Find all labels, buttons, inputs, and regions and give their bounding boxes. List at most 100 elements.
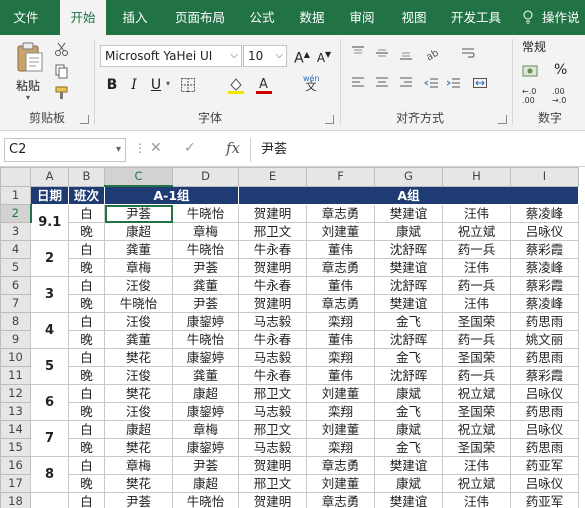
name-cell[interactable]: 章梅 [172,420,239,439]
name-cell[interactable]: 金飞 [374,402,443,421]
name-cell[interactable]: 栾翔 [306,402,375,421]
header-group-a1[interactable]: A-1组 [104,185,239,205]
name-cell[interactable]: 马志毅 [238,402,307,421]
name-cell[interactable]: 吕咏仪 [510,420,579,439]
paste-icon[interactable] [12,41,46,75]
name-cell[interactable]: 牛永春 [238,366,307,385]
selected-cell[interactable]: 尹荟 [104,204,173,223]
name-cell[interactable]: 祝立斌 [442,222,511,241]
name-cell[interactable]: 章梅 [104,456,173,475]
name-cell[interactable]: 康斌 [374,384,443,403]
name-cell[interactable]: 刘建董 [306,420,375,439]
name-cell[interactable]: 沈舒晖 [374,240,443,259]
align-bottom-icon[interactable] [398,45,414,61]
shift-cell[interactable]: 晚 [68,330,105,349]
date-cell[interactable]: 9.1 [30,204,69,241]
formula-input[interactable]: 尹荟 [250,138,585,162]
name-cell[interactable]: 药一兵 [442,330,511,349]
row-header-16[interactable]: 16 [0,456,31,475]
name-cell[interactable]: 尹荟 [104,492,173,508]
date-cell[interactable]: 8 [30,456,69,493]
column-header-i[interactable]: I [510,167,579,187]
name-cell[interactable]: 金飞 [374,312,443,331]
shift-cell[interactable]: 晚 [68,438,105,457]
name-cell[interactable]: 樊建谊 [374,294,443,313]
name-cell[interactable]: 马志毅 [238,348,307,367]
name-box[interactable]: C2 ▾ [4,138,126,162]
name-cell[interactable]: 药思雨 [510,402,579,421]
row-header-17[interactable]: 17 [0,474,31,493]
row-header-14[interactable]: 14 [0,420,31,439]
row-header-2[interactable]: 2 [0,204,32,223]
italic-button[interactable]: I [124,75,144,95]
name-cell[interactable]: 蔡彩霞 [510,276,579,295]
insert-function-button[interactable]: fx [226,139,240,157]
column-header-h[interactable]: H [442,167,511,187]
name-cell[interactable]: 邢卫文 [238,474,307,493]
name-cell[interactable]: 金飞 [374,438,443,457]
date-cell[interactable] [30,492,69,508]
shift-cell[interactable]: 白 [68,456,105,475]
header-date[interactable]: 日期 [30,185,69,205]
name-cell[interactable]: 牛晓怡 [172,240,239,259]
tab-1[interactable]: 开始 [60,0,106,35]
increase-decimal-button[interactable]: ←.0.00 [522,87,536,105]
name-cell[interactable]: 祝立斌 [442,420,511,439]
name-cell[interactable]: 康超 [104,420,173,439]
name-cell[interactable]: 牛永春 [238,240,307,259]
name-cell[interactable]: 康斌 [374,222,443,241]
column-header-f[interactable]: F [306,167,375,187]
number-format-select[interactable]: 常规 [518,37,585,59]
name-cell[interactable]: 牛永春 [238,276,307,295]
name-cell[interactable]: 吕咏仪 [510,222,579,241]
name-cell[interactable]: 章志勇 [306,294,375,313]
tab-5[interactable]: 数据 [290,0,334,35]
shift-cell[interactable]: 白 [68,420,105,439]
merge-center-icon[interactable] [472,75,488,91]
underline-button[interactable]: U [146,75,166,95]
shift-cell[interactable]: 白 [68,492,105,508]
name-cell[interactable]: 吕咏仪 [510,474,579,493]
name-cell[interactable]: 圣国荣 [442,402,511,421]
date-cell[interactable]: 7 [30,420,69,457]
name-cell[interactable]: 牛永春 [238,330,307,349]
name-cell[interactable]: 圣国荣 [442,348,511,367]
row-header-8[interactable]: 8 [0,312,31,331]
tab-6[interactable]: 审阅 [340,0,384,35]
name-cell[interactable]: 尹荟 [172,294,239,313]
font-color-icon[interactable]: A [254,75,274,95]
accounting-format-icon[interactable] [522,63,538,79]
name-cell[interactable]: 牛晓怡 [104,294,173,313]
row-header-10[interactable]: 10 [0,348,31,367]
tab-4[interactable]: 公式 [240,0,284,35]
font-launcher-icon[interactable] [325,115,334,124]
name-cell[interactable]: 蔡彩霞 [510,366,579,385]
percent-button[interactable]: % [554,62,567,78]
name-cell[interactable]: 贺建明 [238,294,307,313]
name-cell[interactable]: 董伟 [306,276,375,295]
shift-cell[interactable]: 白 [68,384,105,403]
align-center-icon[interactable] [374,75,390,91]
shift-cell[interactable]: 白 [68,276,105,295]
name-cell[interactable]: 康鋆婷 [172,438,239,457]
name-cell[interactable]: 康斌 [374,420,443,439]
align-right-icon[interactable] [398,75,414,91]
row-header-18[interactable]: 18 [0,492,31,508]
name-cell[interactable]: 蔡彩霞 [510,240,579,259]
name-cell[interactable]: 沈舒晖 [374,366,443,385]
name-cell[interactable]: 樊建谊 [374,204,443,223]
name-cell[interactable]: 樊花 [104,384,173,403]
tab-7[interactable]: 视图 [392,0,436,35]
name-cell[interactable]: 贺建明 [238,492,307,508]
name-cell[interactable]: 药思雨 [510,312,579,331]
name-cell[interactable]: 龚董 [104,330,173,349]
cut-icon[interactable] [54,41,70,57]
select-all-corner[interactable] [0,167,31,187]
shift-cell[interactable]: 白 [68,312,105,331]
row-header-3[interactable]: 3 [0,222,31,241]
shift-cell[interactable]: 晚 [68,366,105,385]
fill-color-icon[interactable] [226,75,246,95]
date-cell[interactable]: 4 [30,312,69,349]
name-cell[interactable]: 邢卫文 [238,222,307,241]
name-cell[interactable]: 圣国荣 [442,438,511,457]
